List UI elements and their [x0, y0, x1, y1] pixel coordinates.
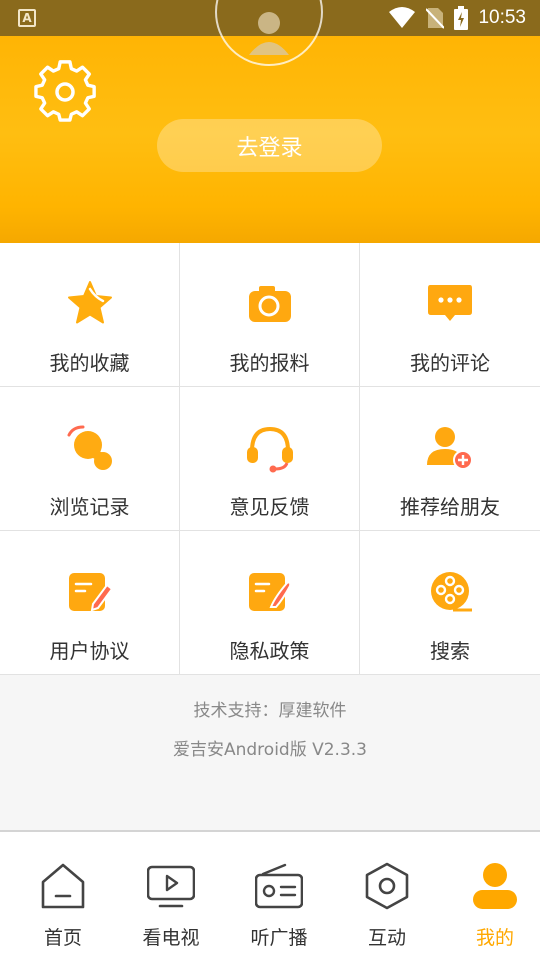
menu-item-privacy-policy[interactable]: 隐私政策 — [180, 531, 360, 675]
battery-icon — [454, 6, 469, 30]
menu-item-my-comments[interactable]: 我的评论 — [360, 243, 540, 387]
menu-item-label: 意见反馈 — [229, 495, 310, 519]
settings-gear-icon[interactable] — [34, 60, 98, 124]
hexagon-icon — [365, 862, 409, 910]
privacy-icon — [249, 573, 292, 611]
tab-label: 听广播 — [250, 927, 308, 949]
menu-item-label: 我的收藏 — [49, 351, 130, 375]
home-icon — [41, 863, 85, 909]
app-info: 技术支持：厚建软件 爱吉安Android版 V2.3.3 — [0, 675, 540, 831]
tab-mine[interactable]: 我的 — [441, 832, 540, 960]
comment-icon — [428, 285, 472, 321]
login-button[interactable]: 去登录 — [157, 119, 382, 172]
tab-label: 互动 — [367, 927, 406, 949]
avatar[interactable] — [215, 0, 323, 66]
menu-item-favorites[interactable]: 我的收藏 — [0, 243, 180, 387]
tab-label: 看电视 — [142, 927, 200, 949]
tab-label: 我的 — [475, 927, 514, 949]
tab-home[interactable]: 首页 — [9, 832, 117, 960]
menu-item-label: 推荐给朋友 — [400, 495, 500, 519]
agreement-icon — [69, 573, 114, 612]
tab-listen-radio[interactable]: 听广播 — [225, 832, 333, 960]
menu-item-search[interactable]: 搜索 — [360, 531, 540, 675]
camera-icon — [249, 286, 291, 322]
no-sim-icon — [426, 8, 445, 29]
menu-item-user-agreement[interactable]: 用户协议 — [0, 531, 180, 675]
menu-item-recommend-friend[interactable]: 推荐给朋友 — [360, 387, 540, 531]
tv-icon — [147, 865, 195, 908]
radio-icon — [255, 863, 303, 909]
menu-item-label: 隐私政策 — [229, 639, 310, 663]
film-reel-icon — [431, 572, 472, 612]
add-friend-icon — [427, 427, 473, 470]
status-icons: 10:53 — [388, 6, 526, 30]
clock: 10:53 — [478, 7, 526, 28]
menu-item-my-reports[interactable]: 我的报料 — [180, 243, 360, 387]
menu-item-feedback[interactable]: 意见反馈 — [180, 387, 360, 531]
menu-item-browse-history[interactable]: 浏览记录 — [0, 387, 180, 531]
menu-item-label: 我的报料 — [229, 351, 310, 375]
menu-item-label: 用户协议 — [49, 639, 130, 663]
menu-grid: 我的收藏 我的报料 我的评论 浏览记录 意见反馈 推荐给朋友 用户协议 隐私政策… — [0, 243, 540, 675]
person-icon — [473, 863, 517, 909]
star-icon — [68, 281, 112, 324]
wifi-icon — [389, 7, 416, 28]
app-notification-icon: A — [18, 9, 36, 27]
tab-interaction[interactable]: 互动 — [333, 832, 441, 960]
default-avatar-icon — [249, 12, 289, 55]
tab-label: 首页 — [43, 927, 82, 949]
headset-icon — [247, 426, 293, 473]
tab-watch-tv[interactable]: 看电视 — [117, 832, 225, 960]
bottom-tab-bar: 首页 看电视 听广播 互动 我的 — [0, 830, 540, 960]
profile-header: A 10:53 去登录 — [0, 0, 540, 243]
menu-item-label: 搜索 — [430, 639, 470, 663]
menu-item-label: 我的评论 — [410, 351, 490, 375]
version-text: 爱吉安Android版 V2.3.3 — [172, 740, 367, 760]
menu-item-label: 浏览记录 — [49, 495, 130, 519]
tech-support-text: 技术支持：厚建软件 — [193, 701, 347, 721]
history-icon — [67, 425, 112, 470]
